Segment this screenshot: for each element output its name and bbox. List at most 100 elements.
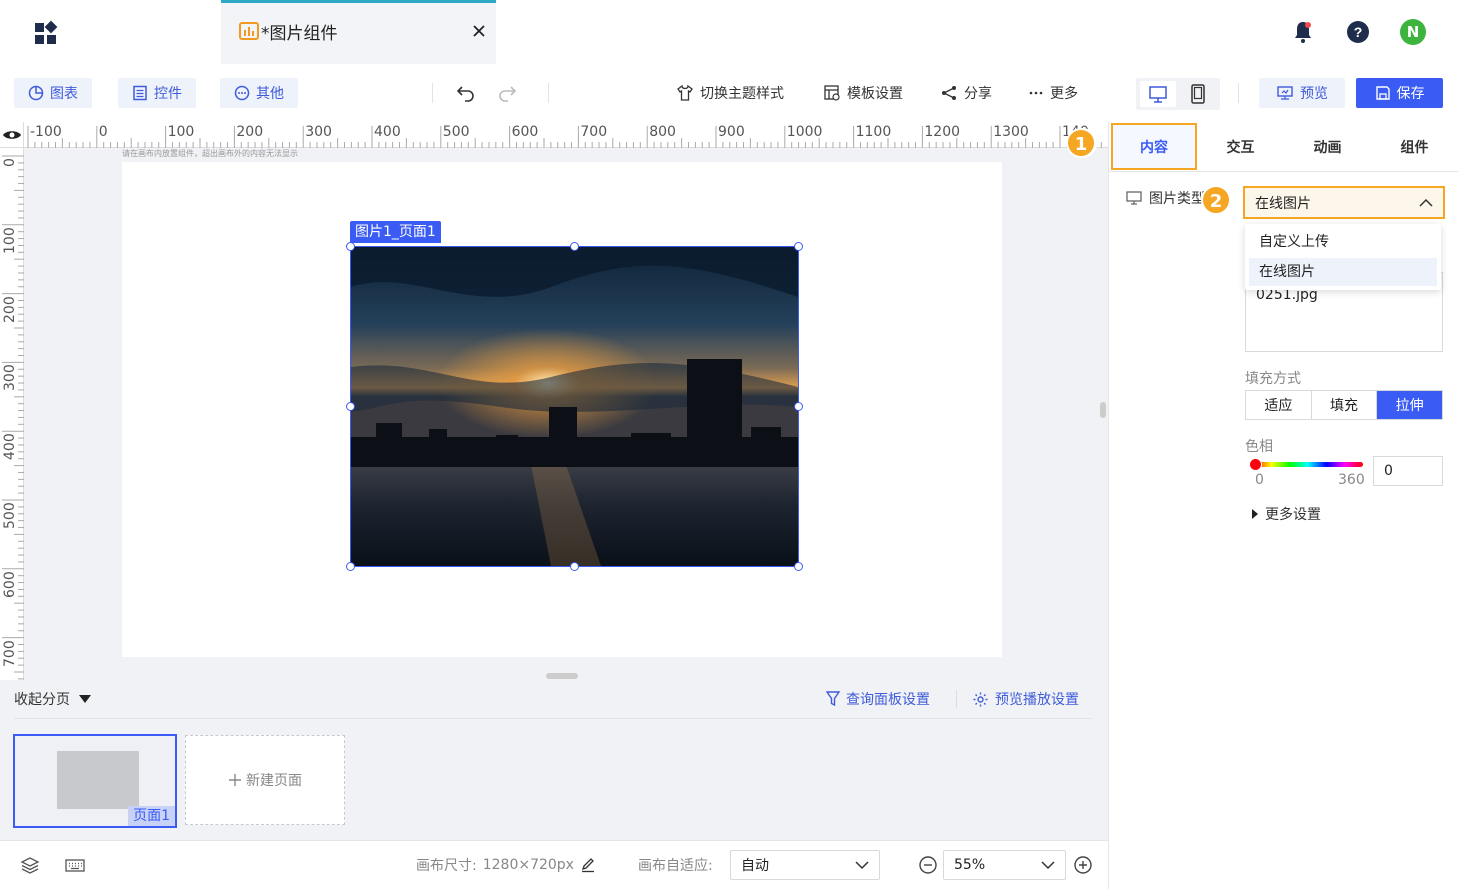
monitor-icon: [1126, 191, 1142, 205]
query-settings-label: 查询面板设置: [846, 692, 930, 708]
share-button[interactable]: 分享: [940, 78, 992, 108]
presentation-icon: [1277, 86, 1293, 100]
close-icon[interactable]: [471, 23, 487, 39]
fill-stretch-option[interactable]: 拉伸: [1377, 391, 1443, 419]
edit-icon[interactable]: [580, 857, 596, 873]
hue-max: 360: [1338, 472, 1365, 488]
tab-component[interactable]: 组件: [1371, 122, 1458, 172]
zoom-out-icon[interactable]: [918, 855, 938, 875]
image-type-label: 图片类型: [1125, 188, 1205, 208]
eye-icon[interactable]: [0, 122, 24, 148]
tab-content[interactable]: 内容: [1111, 123, 1197, 170]
monitor-icon: [1149, 86, 1167, 103]
switch-theme-button[interactable]: 切换主题样式: [676, 78, 784, 108]
ruler-label: 500: [442, 124, 470, 140]
editor-tab[interactable]: *图片组件: [221, 0, 496, 64]
avatar[interactable]: N: [1400, 19, 1426, 45]
ruler-label: 700: [2, 639, 18, 667]
top-bar: *图片组件 ? N: [0, 0, 1458, 64]
control-button[interactable]: 控件: [118, 78, 196, 108]
option-online-image[interactable]: 在线图片: [1249, 258, 1437, 286]
ruler-label: 700: [580, 124, 608, 140]
page-thumbnail-label: 页面1: [128, 806, 175, 826]
image-component[interactable]: [346, 242, 803, 571]
new-page-button[interactable]: 新建页面: [185, 735, 345, 825]
ruler-label: 100: [167, 124, 195, 140]
resize-handle[interactable]: [346, 242, 355, 251]
auto-fit-label: 画布自适应:: [638, 858, 713, 874]
vertical-ruler: 0 100 200 300 400 500 600 700: [0, 148, 24, 680]
horizontal-scrollbar[interactable]: [546, 673, 578, 679]
undo-icon[interactable]: [456, 84, 476, 102]
help-icon[interactable]: ?: [1346, 20, 1370, 44]
ruler-label: 800: [649, 124, 676, 140]
resize-handle[interactable]: [346, 402, 355, 411]
filter-icon: [826, 691, 840, 707]
fill-fit-option[interactable]: 适应: [1246, 391, 1312, 419]
resize-handle[interactable]: [794, 242, 803, 251]
hue-slider[interactable]: [1253, 462, 1363, 467]
auto-fit-select[interactable]: 自动: [730, 850, 880, 880]
phone-icon: [1191, 84, 1205, 104]
fill-mode-group: 适应 填充 拉伸: [1245, 390, 1443, 420]
canvas-editor[interactable]: -100 0 100 200 300 400 500 600 700 800 900 1000 1100…: [0, 122, 1108, 680]
template-settings-button[interactable]: 模板设置: [823, 78, 903, 108]
option-custom-upload[interactable]: 自定义上传: [1249, 228, 1437, 256]
resize-handle[interactable]: [346, 562, 355, 571]
ruler-label: 200: [2, 295, 18, 323]
desktop-view-button[interactable]: [1140, 81, 1176, 107]
bell-icon[interactable]: [1292, 20, 1314, 44]
ruler-label: 900: [718, 124, 745, 140]
divider: [432, 83, 433, 103]
ruler-label: 1000: [786, 124, 823, 140]
ruler-label: 1100: [855, 124, 892, 140]
page-thumbnail[interactable]: 页面1: [13, 734, 177, 828]
tab-title: *图片组件: [261, 24, 338, 44]
redo-icon[interactable]: [497, 84, 517, 102]
resize-handle[interactable]: [570, 242, 579, 251]
query-panel-settings[interactable]: 查询面板设置: [826, 689, 930, 709]
tab-interaction[interactable]: 交互: [1197, 122, 1284, 172]
apps-grid-icon[interactable]: [33, 20, 59, 46]
layers-icon[interactable]: [20, 856, 40, 874]
hue-label: 色相: [1245, 439, 1273, 455]
mobile-view-button[interactable]: [1180, 81, 1216, 107]
more-button[interactable]: 更多: [1028, 78, 1078, 108]
save-button[interactable]: 保存: [1356, 78, 1443, 108]
vertical-scrollbar[interactable]: [1100, 402, 1106, 418]
plus-icon: [229, 774, 241, 786]
zoom-select[interactable]: 55%: [943, 850, 1066, 880]
preview-play-settings[interactable]: 预览播放设置: [972, 689, 1079, 709]
hue-slider-handle[interactable]: [1249, 458, 1262, 471]
image-type-select[interactable]: 在线图片: [1243, 186, 1445, 219]
auto-fit-value: 自动: [741, 858, 769, 874]
preview-label: 预览: [1300, 86, 1328, 102]
other-button-label: 其他: [256, 86, 284, 102]
horizontal-ruler: -100 0 100 200 300 400 500 600 700 800 900 1000 1100…: [24, 122, 1108, 148]
fill-fill-option[interactable]: 填充: [1312, 391, 1378, 419]
hue-input[interactable]: 0: [1373, 456, 1443, 486]
play-settings-label: 预览播放设置: [995, 692, 1079, 708]
template-settings-label: 模板设置: [847, 86, 903, 102]
ruler-label: 500: [2, 502, 18, 529]
caret-down-icon: [79, 695, 91, 703]
canvas-hint: 请在画布内放置组件，超出画布外的内容无法显示: [122, 149, 298, 158]
ellipsis-icon: [1029, 91, 1043, 95]
other-button[interactable]: 其他: [220, 78, 298, 108]
keyboard-icon[interactable]: [64, 857, 86, 873]
tab-animation[interactable]: 动画: [1284, 122, 1371, 172]
canvas-size-label: 画布尺寸:: [416, 858, 477, 874]
more-settings-label: 更多设置: [1265, 507, 1321, 523]
preview-button[interactable]: 预览: [1259, 78, 1345, 108]
resize-handle[interactable]: [794, 562, 803, 571]
divider: [14, 718, 1092, 719]
zoom-in-icon[interactable]: [1073, 855, 1093, 875]
chart-button[interactable]: 图表: [14, 78, 92, 108]
chevron-down-icon: [855, 861, 869, 870]
ruler-label: 1300: [993, 124, 1029, 140]
collapse-pages-toggle[interactable]: 收起分页: [14, 689, 92, 709]
resize-handle[interactable]: [794, 402, 803, 411]
ruler-label: 300: [2, 364, 18, 392]
resize-handle[interactable]: [570, 562, 579, 571]
more-settings-toggle[interactable]: 更多设置: [1251, 504, 1321, 524]
